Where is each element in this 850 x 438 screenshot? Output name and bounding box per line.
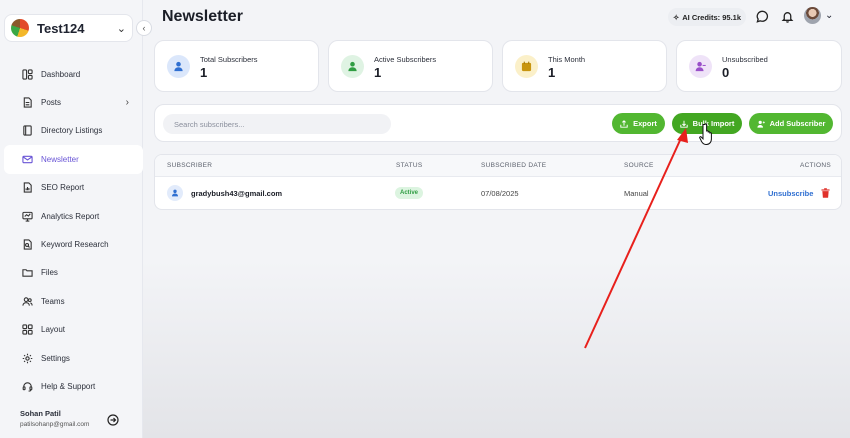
table-header: SUBSCRIBER STATUS SUBSCRIBED DATE SOURCE… (155, 155, 841, 177)
sidebar-item-seo-report[interactable]: SEO Report (4, 174, 143, 202)
user-plus-icon (756, 120, 765, 128)
sidebar-item-dashboard[interactable]: Dashboard (4, 60, 143, 88)
search-input[interactable] (163, 114, 391, 134)
sidebar-item-directory-listings[interactable]: Directory Listings (4, 117, 143, 145)
sidebar-item-label: Posts (41, 98, 62, 108)
sidebar-item-label: Newsletter (41, 154, 79, 164)
grid-icon (22, 324, 33, 335)
monitor-icon (22, 211, 33, 222)
stat-card-active-subscribers: Active Subscribers 1 (328, 40, 493, 92)
subscribers-table: SUBSCRIBER STATUS SUBSCRIBED DATE SOURCE… (154, 154, 842, 210)
column-header-subscriber: SUBSCRIBER (167, 162, 213, 169)
sidebar-item-label: Directory Listings (41, 126, 103, 136)
stat-value: 1 (374, 65, 382, 80)
stat-card-total-subscribers: Total Subscribers 1 (154, 40, 319, 92)
unsubscribe-link[interactable]: Unsubscribe (768, 189, 813, 198)
sidebar-item-keyword-research[interactable]: Keyword Research (4, 230, 143, 258)
sidebar-item-analytics-report[interactable]: Analytics Report (4, 202, 143, 230)
gear-icon (22, 353, 33, 363)
stat-label: This Month (548, 55, 586, 64)
users-icon (22, 297, 33, 306)
export-icon (620, 119, 628, 128)
project-switcher[interactable]: Test124 ⌄ (4, 14, 133, 42)
export-button[interactable]: Export (612, 113, 665, 134)
sidebar-item-help-support[interactable]: Help & Support (4, 372, 143, 400)
document-icon (23, 97, 32, 108)
add-subscriber-button[interactable]: Add Subscriber (749, 113, 833, 134)
sidebar-item-label: Settings (41, 353, 70, 363)
user-icon (167, 55, 190, 78)
sidebar-item-label: Dashboard (41, 69, 81, 79)
chevron-down-icon: ⌄ (116, 22, 126, 35)
mail-icon (22, 155, 33, 164)
page-title: Newsletter (162, 8, 243, 25)
sidebar-item-files[interactable]: Files (4, 259, 143, 287)
ai-credits-badge[interactable]: ✧ AI Credits: 95.1k (668, 8, 746, 26)
sidebar-item-label: Help & Support (41, 381, 96, 391)
export-button-label: Export (633, 119, 657, 128)
sidebar-item-settings[interactable]: Settings (4, 344, 143, 372)
bell-icon[interactable] (781, 10, 794, 23)
import-icon (679, 120, 688, 128)
project-logo-icon (11, 19, 29, 37)
sidebar: Test124 ⌄ Dashboard Posts › Directory Li… (0, 0, 143, 438)
folder-icon (22, 269, 33, 278)
sidebar-item-label: Analytics Report (41, 211, 100, 221)
sidebar-item-posts[interactable]: Posts › (4, 88, 143, 116)
subscriber-source: Manual (624, 189, 649, 198)
sidebar-item-label: Keyword Research (41, 240, 109, 250)
chat-icon[interactable] (756, 10, 769, 23)
sidebar-item-label: Files (41, 268, 58, 278)
calendar-icon (515, 55, 538, 78)
sidebar-item-label: SEO Report (41, 183, 85, 193)
collapse-sidebar-button[interactable]: ‹ (136, 20, 152, 36)
sparkle-icon: ✧ (672, 12, 680, 22)
stat-card-unsubscribed: Unsubscribed 0 (676, 40, 842, 92)
user-icon (167, 185, 183, 201)
user-avatar[interactable] (804, 7, 821, 24)
user-check-icon (341, 55, 364, 78)
project-name: Test124 (37, 20, 85, 36)
add-subscriber-button-label: Add Subscriber (769, 119, 826, 128)
book-icon (23, 125, 32, 137)
headset-icon (22, 382, 33, 392)
sidebar-item-label: Layout (41, 325, 66, 335)
status-badge: Active (395, 187, 424, 199)
stat-value: 1 (548, 65, 556, 80)
stat-value: 1 (200, 65, 208, 80)
stat-value: 0 (722, 65, 730, 80)
column-header-actions: ACTIONS (800, 162, 831, 169)
sidebar-item-teams[interactable]: Teams (4, 287, 143, 315)
subscriber-email: gradybush43@gmail.com (191, 189, 283, 198)
file-chart-icon (23, 182, 32, 193)
logout-icon[interactable] (107, 414, 119, 426)
subscribed-date: 07/08/2025 (481, 189, 519, 198)
stat-label: Active Subscribers (374, 55, 437, 64)
dashboard-icon (22, 69, 33, 80)
sidebar-item-label: Teams (41, 296, 65, 306)
background-gradient (143, 260, 850, 438)
trash-icon[interactable] (821, 188, 830, 198)
column-header-subscribed-date: SUBSCRIBED DATE (481, 162, 547, 169)
ai-credits-label: AI Credits: 95.1k (682, 12, 742, 22)
hand-cursor-icon (699, 123, 712, 145)
column-header-source: SOURCE (624, 162, 654, 169)
chevron-right-icon: › (125, 97, 129, 109)
user-minus-icon (689, 55, 712, 78)
stat-label: Total Subscribers (200, 55, 258, 64)
subscriber-toolbar: Export Bulk Import Add Subscriber (154, 104, 842, 142)
chevron-down-icon[interactable]: ⌄ (825, 10, 833, 21)
stat-label: Unsubscribed (722, 55, 768, 64)
sidebar-nav: Dashboard Posts › Directory Listings New… (4, 60, 143, 401)
sidebar-item-newsletter[interactable]: Newsletter (4, 145, 143, 174)
sidebar-item-layout[interactable]: Layout (4, 316, 143, 344)
file-search-icon (23, 239, 32, 250)
stat-card-this-month: This Month 1 (502, 40, 667, 92)
column-header-status: STATUS (396, 162, 423, 169)
